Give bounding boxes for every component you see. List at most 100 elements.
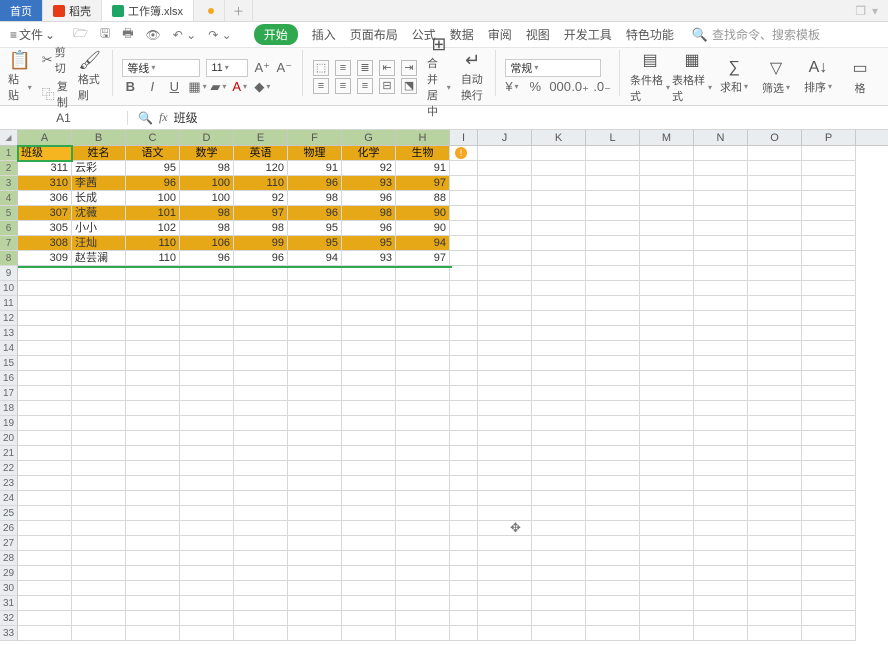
warning-badge-icon[interactable]: !	[455, 147, 467, 159]
cell[interactable]	[180, 401, 234, 416]
cell[interactable]	[748, 431, 802, 446]
cell[interactable]	[342, 611, 396, 626]
cell[interactable]	[342, 371, 396, 386]
currency-button[interactable]: ¥	[505, 79, 521, 94]
cell[interactable]	[694, 611, 748, 626]
cell[interactable]	[72, 461, 126, 476]
align-bottom-button[interactable]: ≣	[357, 60, 373, 76]
cell[interactable]	[450, 566, 478, 581]
cell[interactable]	[532, 521, 586, 536]
cell[interactable]	[288, 341, 342, 356]
cell[interactable]	[802, 326, 856, 341]
cell[interactable]	[126, 611, 180, 626]
cell[interactable]	[288, 296, 342, 311]
cell[interactable]: 生物	[396, 146, 450, 161]
cell[interactable]	[748, 236, 802, 251]
cell[interactable]	[640, 626, 694, 641]
cell[interactable]	[532, 281, 586, 296]
cell[interactable]	[396, 266, 450, 281]
row-header[interactable]: 11	[0, 296, 18, 311]
cell[interactable]	[288, 326, 342, 341]
percent-button[interactable]: %	[527, 79, 543, 94]
cell[interactable]	[342, 341, 396, 356]
cell[interactable]	[640, 191, 694, 206]
cell[interactable]	[748, 611, 802, 626]
cell[interactable]	[478, 161, 532, 176]
cell[interactable]	[748, 221, 802, 236]
cell[interactable]	[180, 386, 234, 401]
paste-button[interactable]: 📋粘贴	[8, 50, 32, 103]
sum-button[interactable]: ∑求和	[714, 50, 754, 103]
row-header[interactable]: 13	[0, 326, 18, 341]
cell[interactable]: 101	[126, 206, 180, 221]
cell[interactable]	[694, 341, 748, 356]
cell[interactable]	[802, 521, 856, 536]
cell[interactable]	[288, 431, 342, 446]
cell[interactable]	[450, 311, 478, 326]
cell[interactable]	[126, 356, 180, 371]
cell[interactable]	[288, 311, 342, 326]
cell[interactable]	[450, 461, 478, 476]
cell[interactable]	[18, 596, 72, 611]
cell[interactable]	[640, 416, 694, 431]
select-all-corner[interactable]: ◢	[0, 130, 18, 145]
cell[interactable]	[802, 506, 856, 521]
cell[interactable]	[396, 506, 450, 521]
cell[interactable]: 汪灿	[72, 236, 126, 251]
cell[interactable]	[748, 206, 802, 221]
cell[interactable]	[802, 341, 856, 356]
cell[interactable]	[748, 536, 802, 551]
cell[interactable]	[694, 596, 748, 611]
cell[interactable]	[640, 251, 694, 266]
cell[interactable]: 100	[126, 191, 180, 206]
cell[interactable]	[586, 416, 640, 431]
cell[interactable]	[342, 566, 396, 581]
cell[interactable]: 92	[234, 191, 288, 206]
cell[interactable]	[694, 521, 748, 536]
cell[interactable]	[126, 281, 180, 296]
cell[interactable]	[802, 476, 856, 491]
cell[interactable]	[748, 371, 802, 386]
cell[interactable]	[450, 536, 478, 551]
row-header[interactable]: 12	[0, 311, 18, 326]
cell[interactable]	[640, 356, 694, 371]
cell[interactable]	[586, 206, 640, 221]
cell[interactable]	[478, 191, 532, 206]
cell[interactable]	[478, 491, 532, 506]
cell[interactable]	[450, 251, 478, 266]
row-header[interactable]: 19	[0, 416, 18, 431]
cell[interactable]	[18, 296, 72, 311]
cell[interactable]	[532, 176, 586, 191]
cell[interactable]	[640, 266, 694, 281]
cell[interactable]	[802, 536, 856, 551]
cell[interactable]	[802, 626, 856, 641]
cell[interactable]	[396, 446, 450, 461]
cell[interactable]	[18, 401, 72, 416]
underline-button[interactable]: U	[166, 79, 182, 94]
cell[interactable]	[234, 326, 288, 341]
cell[interactable]	[532, 326, 586, 341]
cell[interactable]	[586, 341, 640, 356]
decimal-decrease-button[interactable]: .0₋	[593, 79, 609, 95]
cell[interactable]	[18, 566, 72, 581]
cell[interactable]	[640, 341, 694, 356]
cell[interactable]	[288, 566, 342, 581]
cell[interactable]	[478, 236, 532, 251]
cell[interactable]	[18, 551, 72, 566]
cell[interactable]: 96	[342, 191, 396, 206]
cell[interactable]: 95	[342, 236, 396, 251]
cell[interactable]	[694, 626, 748, 641]
cell[interactable]	[18, 536, 72, 551]
cell[interactable]	[450, 371, 478, 386]
tab-docker[interactable]: 稻壳	[43, 0, 102, 21]
cell[interactable]	[396, 296, 450, 311]
cell[interactable]	[532, 626, 586, 641]
cell[interactable]	[288, 416, 342, 431]
cell[interactable]	[450, 596, 478, 611]
cell[interactable]	[694, 371, 748, 386]
cell[interactable]	[640, 611, 694, 626]
cell[interactable]	[126, 536, 180, 551]
cell[interactable]	[640, 386, 694, 401]
cell[interactable]	[396, 581, 450, 596]
cell[interactable]	[478, 311, 532, 326]
